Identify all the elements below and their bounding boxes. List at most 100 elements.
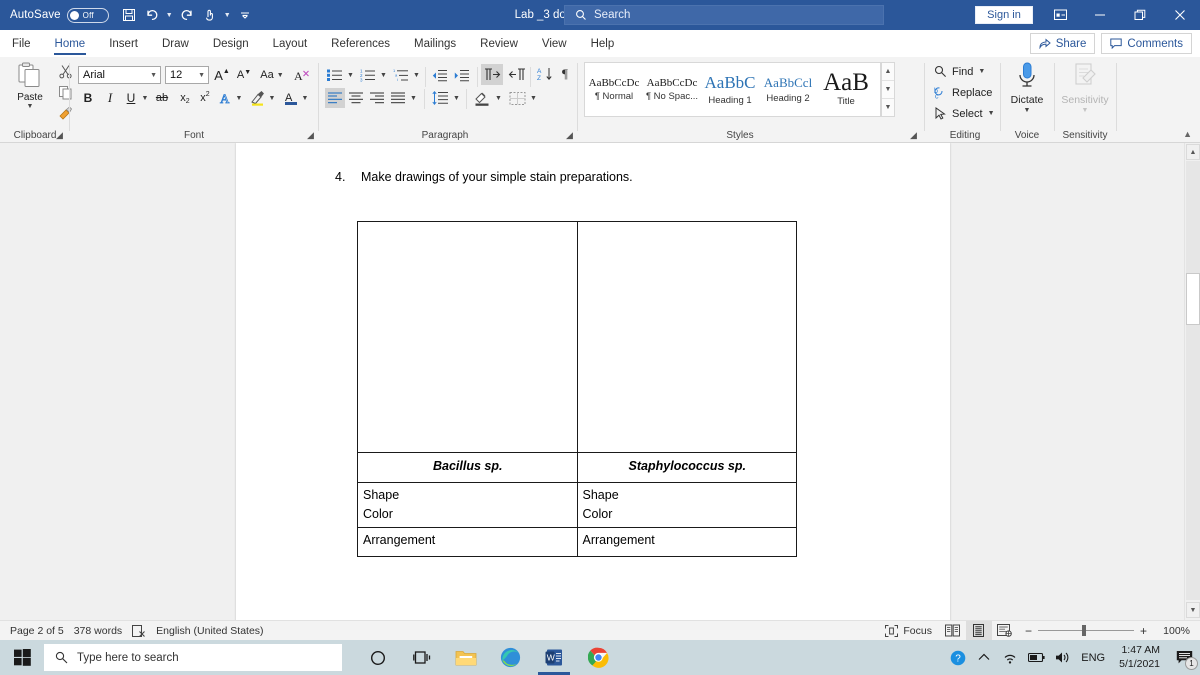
zoom-out-button[interactable]: − <box>1025 624 1032 638</box>
language-indicator[interactable]: English (United States) <box>156 625 263 637</box>
font-color-icon[interactable]: A <box>281 88 301 108</box>
dictate-button[interactable]: Dictate ▼ <box>1007 61 1047 114</box>
sensitivity-caret-icon[interactable]: ▼ <box>1082 107 1089 114</box>
help-icon[interactable]: ? <box>945 640 971 675</box>
bullets-icon[interactable] <box>325 65 345 85</box>
scroll-up-icon[interactable]: ▲ <box>1186 144 1200 160</box>
proofing-errors-icon[interactable] <box>132 624 146 637</box>
styles-dialog-launcher[interactable]: ◢ <box>910 130 917 141</box>
alignment-caret-icon[interactable]: ▼ <box>408 88 419 108</box>
borders-icon[interactable] <box>506 88 528 108</box>
font-dialog-launcher[interactable]: ◢ <box>307 130 314 141</box>
save-icon[interactable] <box>118 4 140 26</box>
drawing-cell-bacillus[interactable] <box>357 221 578 453</box>
zoom-level[interactable]: 100% <box>1154 625 1190 637</box>
cell-arrangement-bacillus[interactable]: Arrangement <box>357 526 578 557</box>
cell-arrangement-staphylococcus[interactable]: Arrangement <box>576 526 797 557</box>
stain-preparations-table[interactable]: Bacillus sp. Staphylococcus sp. Shape Co… <box>357 221 797 557</box>
styles-scroll-up-icon[interactable]: ▲ <box>882 63 894 81</box>
cortana-icon[interactable] <box>356 640 400 675</box>
restore-icon[interactable] <box>1120 0 1160 30</box>
close-icon[interactable] <box>1160 0 1200 30</box>
document-canvas[interactable]: 4. Make drawings of your simple stain pre… <box>0 143 1200 620</box>
style-normal[interactable]: AaBbCcDc ¶ Normal <box>585 63 643 116</box>
volume-icon[interactable] <box>1049 640 1075 675</box>
task-view-icon[interactable] <box>400 640 444 675</box>
document-page[interactable]: 4. Make drawings of your simple stain pre… <box>236 143 950 620</box>
zoom-slider[interactable]: − + <box>1025 624 1147 638</box>
find-button[interactable]: Find ▼ <box>934 62 985 81</box>
zoom-track[interactable] <box>1037 625 1134 636</box>
replace-button[interactable]: bc Replace <box>934 83 992 102</box>
font-color-caret-icon[interactable]: ▼ <box>299 88 311 108</box>
align-right-icon[interactable] <box>367 88 387 108</box>
sensitivity-button[interactable]: Sensitivity ▼ <box>1061 61 1109 114</box>
tab-insert[interactable]: Insert <box>97 30 150 57</box>
tab-review[interactable]: Review <box>468 30 530 57</box>
shading-caret-icon[interactable]: ▼ <box>493 88 504 108</box>
wifi-icon[interactable] <box>997 640 1023 675</box>
language-indicator[interactable]: ENG <box>1075 652 1111 664</box>
undo-dropdown-caret-icon[interactable]: ▼ <box>164 4 175 26</box>
customize-qat-icon[interactable] <box>234 4 256 26</box>
change-case-icon[interactable]: Aa ▼ <box>258 65 286 85</box>
line-spacing-caret-icon[interactable]: ▼ <box>451 88 462 108</box>
zoom-in-button[interactable]: + <box>1140 624 1147 638</box>
page-indicator[interactable]: Page 2 of 5 <box>10 625 64 637</box>
show-formatting-marks-icon[interactable]: ¶ <box>555 64 575 84</box>
tab-file[interactable]: File <box>0 30 43 57</box>
sign-in-button[interactable]: Sign in <box>975 6 1033 24</box>
focus-button[interactable]: Focus <box>885 624 932 637</box>
scrollbar-thumb[interactable] <box>1186 273 1200 325</box>
justify-icon[interactable] <box>388 88 408 108</box>
share-button[interactable]: Share <box>1029 33 1096 54</box>
zoom-thumb[interactable] <box>1081 625 1086 636</box>
numbering-icon[interactable]: 123 <box>358 65 378 85</box>
show-hidden-icons-icon[interactable] <box>971 640 997 675</box>
battery-icon[interactable] <box>1023 640 1049 675</box>
tab-view[interactable]: View <box>530 30 579 57</box>
decrease-indent-icon[interactable] <box>430 65 450 85</box>
multilevel-list-icon[interactable]: 1ai <box>391 65 411 85</box>
undo-icon[interactable] <box>141 4 163 26</box>
shading-icon[interactable] <box>471 88 493 108</box>
table-header-bacillus[interactable]: Bacillus sp. <box>357 452 578 483</box>
tab-mailings[interactable]: Mailings <box>402 30 468 57</box>
increase-indent-icon[interactable] <box>452 65 472 85</box>
touch-mode-icon[interactable] <box>199 4 221 26</box>
tab-design[interactable]: Design <box>201 30 261 57</box>
microsoft-word-icon[interactable]: W <box>532 640 576 675</box>
align-left-icon[interactable] <box>325 88 345 108</box>
bullets-caret-icon[interactable]: ▼ <box>345 65 356 85</box>
dictate-caret-icon[interactable]: ▼ <box>1024 107 1031 114</box>
table-header-staphylococcus[interactable]: Staphylococcus sp. <box>576 452 797 483</box>
style-heading-1[interactable]: AaBbC Heading 1 <box>701 63 759 116</box>
align-center-icon[interactable] <box>346 88 366 108</box>
cell-shape-color-bacillus[interactable]: Shape Color <box>357 482 578 528</box>
styles-scroll-down-icon[interactable]: ▼ <box>882 81 894 99</box>
taskbar-clock[interactable]: 1:47 AM 5/1/2021 <box>1111 644 1168 670</box>
microsoft-edge-icon[interactable] <box>488 640 532 675</box>
text-highlight-caret-icon[interactable]: ▼ <box>266 88 278 108</box>
web-layout-icon[interactable] <box>992 621 1018 641</box>
scroll-down-icon[interactable]: ▼ <box>1186 602 1200 618</box>
line-spacing-icon[interactable] <box>429 88 451 108</box>
word-count[interactable]: 378 words <box>74 625 122 637</box>
right-to-left-text-direction-icon[interactable] <box>505 64 527 85</box>
comments-button[interactable]: Comments <box>1101 33 1192 54</box>
clear-formatting-icon[interactable]: A <box>292 65 312 85</box>
autosave-switch[interactable]: Off <box>66 7 109 23</box>
file-explorer-icon[interactable] <box>444 640 488 675</box>
left-to-right-text-direction-icon[interactable] <box>481 64 503 85</box>
numbering-caret-icon[interactable]: ▼ <box>378 65 389 85</box>
select-caret-icon[interactable]: ▼ <box>988 110 995 117</box>
action-center-icon[interactable]: 1 <box>1168 640 1200 675</box>
vertical-scrollbar[interactable]: ▲ ▼ <box>1184 143 1200 620</box>
paragraph-dialog-launcher[interactable]: ◢ <box>566 130 573 141</box>
sort-icon[interactable]: AZ <box>534 64 556 84</box>
multilevel-list-caret-icon[interactable]: ▼ <box>411 65 422 85</box>
drawing-cell-staphylococcus[interactable] <box>576 221 797 453</box>
tab-draw[interactable]: Draw <box>150 30 201 57</box>
touch-mode-dropdown-caret-icon[interactable]: ▼ <box>222 4 233 26</box>
google-chrome-icon[interactable] <box>576 640 620 675</box>
